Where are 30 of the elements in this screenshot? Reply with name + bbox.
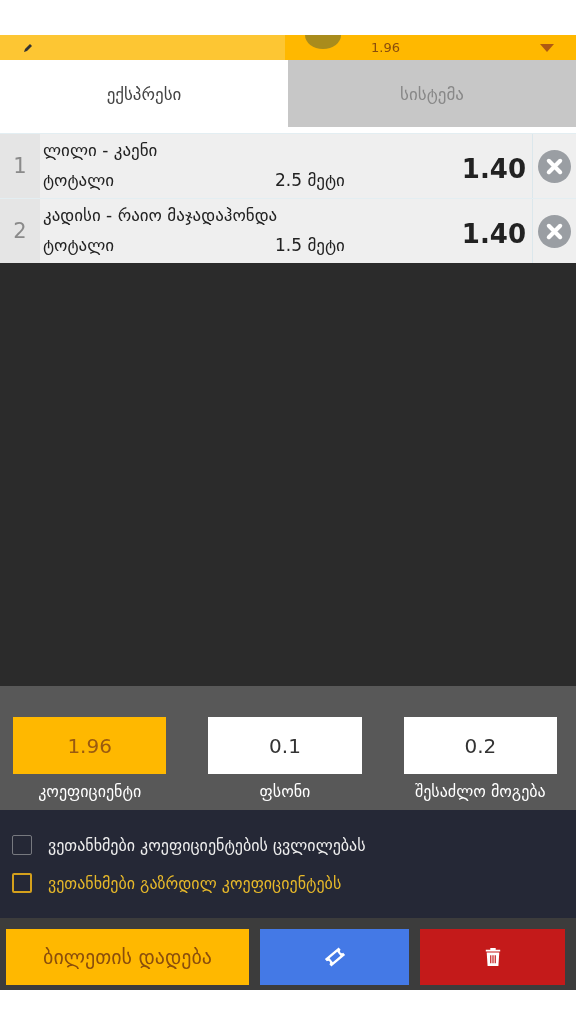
value-field: 1.96	[13, 717, 167, 774]
market-name: ტოტალი	[43, 170, 116, 192]
field-label: კოეფიციენტი	[38, 782, 142, 801]
option-label: ვეთანხმები გაზრდილ კოეფიციენტებს	[48, 873, 342, 893]
option-label: ვეთანხმები კოეფიციენტების ცვლილებას	[48, 835, 366, 855]
checkbox[interactable]	[12, 835, 32, 855]
bet-odds: 1.40	[461, 154, 526, 184]
field-label: ფსონი	[259, 782, 311, 801]
value-field: 0.2	[403, 717, 557, 774]
trash-icon	[483, 947, 502, 967]
checkbox[interactable]	[12, 873, 32, 893]
place-bet-button[interactable]: ბილეთის დადება	[6, 929, 249, 985]
value-field: 0.1	[208, 717, 362, 774]
delete-button[interactable]	[420, 929, 565, 985]
match-name: ლილი - კაენი	[43, 140, 158, 160]
row-number: 1	[0, 134, 40, 198]
caret-icon[interactable]	[540, 43, 554, 52]
bet-pick: 2.5 მეტი	[275, 170, 345, 192]
market-name: ტოტალი	[43, 235, 116, 257]
field-label: შესაძლო მოგება	[414, 782, 546, 801]
row-number: 2	[0, 199, 40, 263]
bet-odds: 1.40	[461, 219, 526, 249]
close-icon[interactable]	[538, 214, 571, 248]
bet-pick: 1.5 მეტი	[275, 235, 345, 257]
ticket-icon	[322, 945, 347, 969]
match-name: კადისი - რაიო მაჯადაჰონდა	[43, 205, 278, 225]
close-icon[interactable]	[538, 149, 571, 183]
pencil-icon	[22, 41, 34, 54]
tab[interactable]: სისტემა	[288, 60, 576, 127]
total-odds: 1.96	[371, 40, 400, 55]
